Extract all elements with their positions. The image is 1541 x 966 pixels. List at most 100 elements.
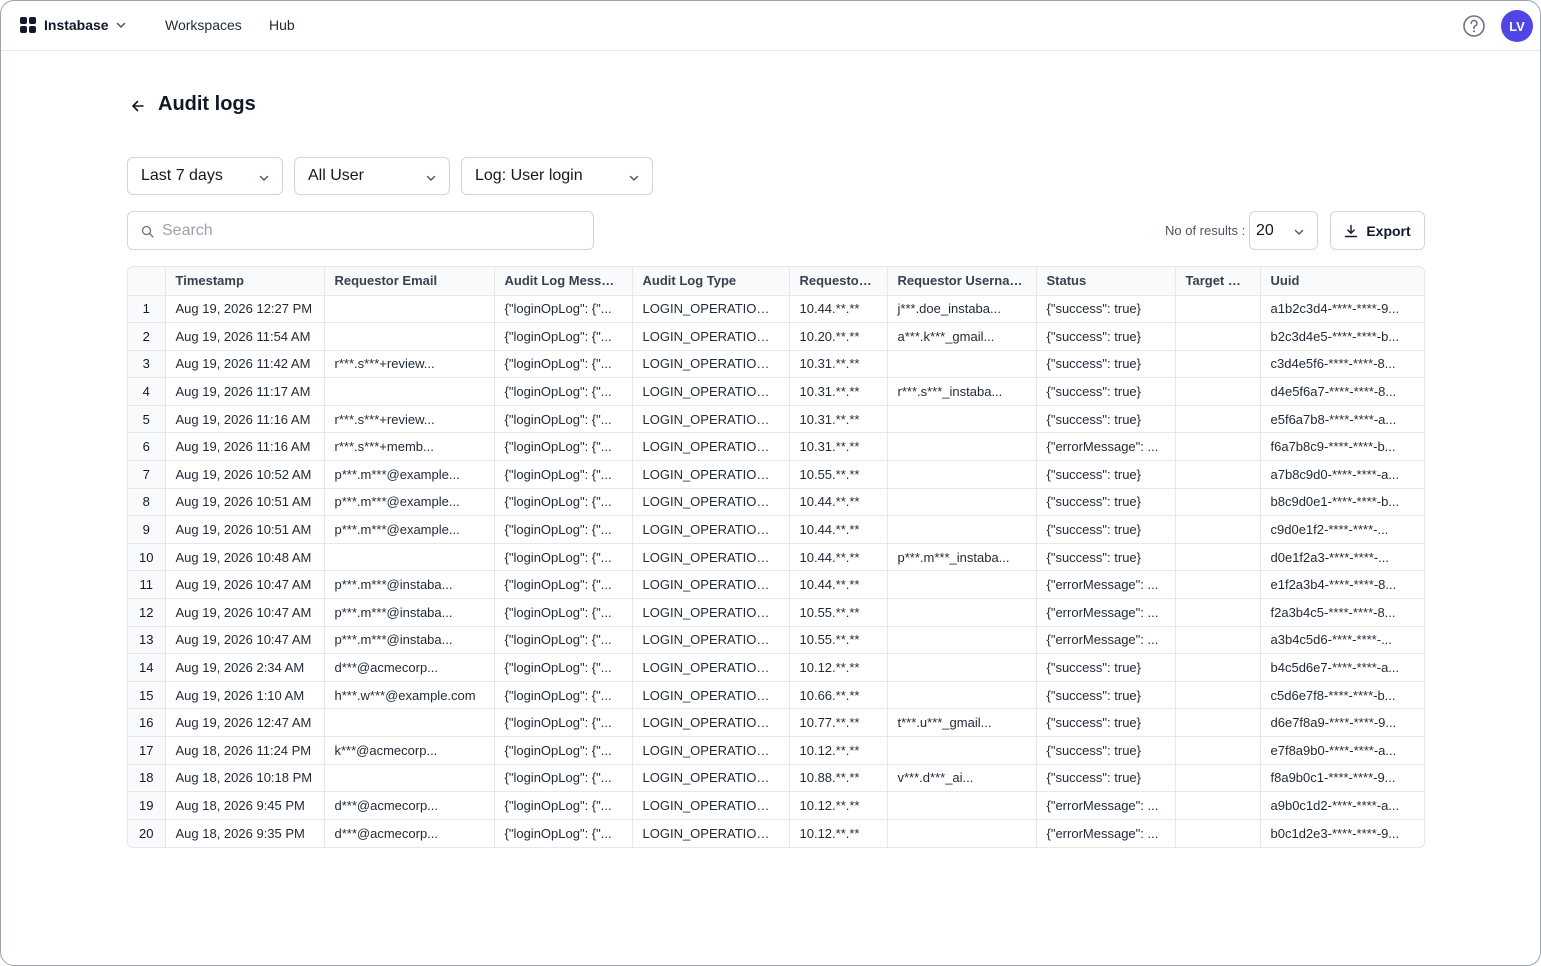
table-cell: p***.m***@example... [324, 460, 495, 489]
table-cell: a9b0c1d2-****-****-a... [1260, 791, 1424, 820]
column-header[interactable]: Requestor Username [887, 267, 1037, 296]
table-cell: {"success": true} [1036, 322, 1176, 351]
user-avatar[interactable]: LV [1501, 10, 1533, 42]
table-cell: r***.s***+memb... [324, 432, 495, 462]
table-cell [1175, 432, 1261, 462]
table-row[interactable]: 12 Aug 19, 2026 10:47 AM p***.m***@instaba… [128, 598, 1424, 627]
search-input[interactable] [162, 212, 582, 249]
row-number: 3 [128, 350, 166, 379]
column-header[interactable]: Audit Log Type [632, 267, 790, 296]
nav-link-workspaces[interactable]: Workspaces [165, 17, 242, 33]
table-cell [1175, 736, 1261, 765]
table-cell: 10.12.**.** [789, 736, 888, 765]
column-header[interactable]: Status [1036, 267, 1176, 296]
table-cell: 10.31.**.** [789, 405, 888, 434]
table-cell: LOGIN_OPERATION_V2 [632, 708, 790, 737]
table-cell: {"success": true} [1036, 653, 1176, 682]
table-cell: Aug 19, 2026 11:54 AM [165, 322, 325, 351]
table-row[interactable]: 2 Aug 19, 2026 11:54 AM {"loginOpLog": {".… [128, 322, 1424, 351]
back-arrow-icon[interactable] [129, 97, 147, 115]
table-row[interactable]: 16 Aug 19, 2026 12:47 AM {"loginOpLog": {"… [128, 708, 1424, 737]
chevron-down-icon [628, 171, 640, 183]
table-row[interactable]: 1 Aug 19, 2026 12:27 PM {"loginOpLog": {".… [128, 295, 1424, 324]
table-cell: {"loginOpLog": {"... [494, 460, 633, 489]
table-cell: {"loginOpLog": {"... [494, 322, 633, 351]
brand-name: Instabase [44, 17, 109, 33]
table-cell: 10.55.**.** [789, 598, 888, 627]
table-cell: f2a3b4c5-****-****-8... [1260, 598, 1424, 627]
table-row[interactable]: 5 Aug 19, 2026 11:16 AM r***.s***+review..… [128, 405, 1424, 434]
table-cell [887, 791, 1037, 820]
table-cell: f6a7b8c9-****-****-b... [1260, 432, 1424, 462]
column-header[interactable]: Uuid [1260, 267, 1424, 296]
user-select[interactable]: All User [294, 157, 450, 195]
table-row[interactable]: 14 Aug 19, 2026 2:34 AM d***@acmecorp... {"… [128, 653, 1424, 682]
export-button[interactable]: Export [1330, 211, 1425, 250]
workspace-switcher[interactable]: Instabase [20, 17, 127, 33]
apps-grid-icon [20, 17, 36, 33]
table-cell: LOGIN_OPERATION_V2 [632, 515, 790, 544]
table-cell: Aug 18, 2026 9:45 PM [165, 791, 325, 820]
row-number: 14 [128, 653, 166, 682]
table-cell: d***@acmecorp... [324, 819, 495, 847]
table-cell [1175, 377, 1261, 406]
table-row[interactable]: 6 Aug 19, 2026 11:16 AM r***.s***+memb...{… [128, 432, 1424, 462]
table-cell: d4e5f6a7-****-****-8... [1260, 377, 1424, 406]
table-cell [1175, 488, 1261, 517]
row-number: 20 [128, 819, 166, 847]
results-per-page-value: 20 [1256, 221, 1274, 239]
table-cell: {"loginOpLog": {"... [494, 295, 633, 324]
table-cell [887, 488, 1037, 517]
table-cell: {"loginOpLog": {"... [494, 377, 633, 406]
table-row[interactable]: 9 Aug 19, 2026 10:51 AM p***.m***@example.… [128, 515, 1424, 544]
log-type-value: Log: User login [475, 167, 583, 184]
row-number: 8 [128, 488, 166, 517]
table-cell [887, 681, 1037, 710]
table-cell [324, 543, 495, 572]
table-cell [324, 377, 495, 406]
table-row[interactable]: 11 Aug 19, 2026 10:47 AM p***.m***@instaba… [128, 570, 1424, 600]
table-cell: 10.66.**.** [789, 681, 888, 710]
table-cell: {"loginOpLog": {"... [494, 791, 633, 820]
row-number: 10 [128, 543, 166, 572]
column-header[interactable]: Timestamp [165, 267, 325, 296]
table-cell: {"loginOpLog": {"... [494, 350, 633, 379]
row-number: 4 [128, 377, 166, 406]
table-body: 1 Aug 19, 2026 12:27 PM {"loginOpLog": {".… [128, 295, 1424, 847]
table-cell: {"loginOpLog": {"... [494, 708, 633, 737]
row-number: 1 [128, 295, 166, 324]
table-row[interactable]: 4 Aug 19, 2026 11:17 AM {"loginOpLog": {".… [128, 377, 1424, 406]
table-row[interactable]: 15 Aug 19, 2026 1:10 AM h***.w***@example.… [128, 681, 1424, 710]
table-row[interactable]: 13 Aug 19, 2026 10:47 AM p***.m***@instaba… [128, 626, 1424, 655]
column-header[interactable]: Requestor Ip [789, 267, 888, 296]
table-cell: e5f6a7b8-****-****-a... [1260, 405, 1424, 434]
table-cell: p***.m***@instaba... [324, 598, 495, 627]
help-icon[interactable] [1462, 14, 1486, 38]
column-header[interactable]: Requestor Email [324, 267, 495, 296]
nav-link-hub[interactable]: Hub [269, 17, 295, 33]
results-per-page-select[interactable]: 20 [1249, 211, 1318, 250]
table-cell [887, 626, 1037, 655]
table-row[interactable]: 19 Aug 18, 2026 9:45 PM d***@acmecorp... {"… [128, 791, 1424, 820]
table-cell [1175, 515, 1261, 544]
table-row[interactable]: 8 Aug 19, 2026 10:51 AM p***.m***@example.… [128, 488, 1424, 517]
table-cell: 10.44.**.** [789, 543, 888, 572]
column-header[interactable]: Target Org [1175, 267, 1261, 296]
log-type-select[interactable]: Log: User login [461, 157, 653, 195]
table-cell [324, 322, 495, 351]
date-range-select[interactable]: Last 7 days [127, 157, 283, 195]
table-row[interactable]: 20 Aug 18, 2026 9:35 PM d***@acmecorp... {"… [128, 819, 1424, 847]
table-cell: Aug 19, 2026 12:27 PM [165, 295, 325, 324]
table-row[interactable]: 18 Aug 18, 2026 10:18 PM {"loginOpLog": {"… [128, 764, 1424, 793]
table-cell: LOGIN_OPERATION_V2 [632, 460, 790, 489]
table-row[interactable]: 7 Aug 19, 2026 10:52 AM p***.m***@example.… [128, 460, 1424, 489]
table-cell: {"loginOpLog": {"... [494, 736, 633, 765]
table-cell: Aug 19, 2026 12:47 AM [165, 708, 325, 737]
table-row[interactable]: 10 Aug 19, 2026 10:48 AM {"loginOpLog": {"… [128, 543, 1424, 572]
table-row[interactable]: 17 Aug 18, 2026 11:24 PM k***@acmecorp...{… [128, 736, 1424, 765]
table-cell [887, 432, 1037, 462]
table-row[interactable]: 3 Aug 19, 2026 11:42 AM r***.s***+review..… [128, 350, 1424, 379]
column-header[interactable]: Audit Log Message [494, 267, 633, 296]
table-cell: e1f2a3b4-****-****-8... [1260, 570, 1424, 600]
table-cell [1175, 819, 1261, 847]
